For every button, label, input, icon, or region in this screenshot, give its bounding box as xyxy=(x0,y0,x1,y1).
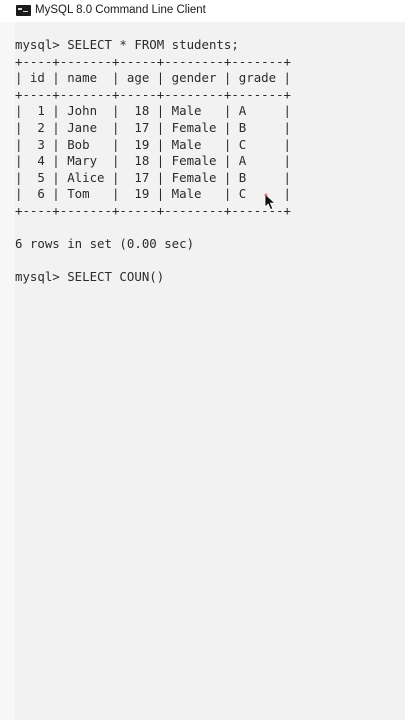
mysql-client-window: MySQL 8.0 Command Line Client mysql> SEL… xyxy=(0,0,405,720)
terminal-icon xyxy=(16,5,31,16)
window-title: MySQL 8.0 Command Line Client xyxy=(35,4,206,16)
table-row: | 6 | Tom | 19 | Male | C | xyxy=(15,186,292,202)
table-border-top: +----+-------+-----+--------+-------+ xyxy=(15,53,292,69)
table-row: | 1 | John | 18 | Male | A | xyxy=(15,103,292,119)
table-row: | 4 | Mary | 18 | Female | A | xyxy=(15,153,292,169)
table-row: | 2 | Jane | 17 | Female | B | xyxy=(15,119,292,135)
command-line-select: mysql> SELECT * FROM students; xyxy=(15,37,239,52)
table-border-header: +----+-------+-----+--------+-------+ xyxy=(15,86,292,102)
result-summary: 6 rows in set (0.00 sec) xyxy=(15,236,195,252)
mouse-pointer-icon xyxy=(264,193,277,211)
command-line-current[interactable]: mysql> SELECT COUN() xyxy=(15,269,291,286)
table-header-row: | id | name | age | gender | grade | xyxy=(15,70,292,86)
title-bar[interactable]: MySQL 8.0 Command Line Client xyxy=(0,0,405,22)
table-row: | 5 | Alice | 17 | Female | B | xyxy=(15,169,292,185)
table-row: | 3 | Bob | 19 | Male | C | xyxy=(15,136,292,152)
terminal-output[interactable]: mysql> SELECT * FROM students; +----+----… xyxy=(15,37,291,286)
window-edge xyxy=(0,22,15,720)
table-border-bottom: +----+-------+-----+--------+-------+ xyxy=(15,202,292,218)
